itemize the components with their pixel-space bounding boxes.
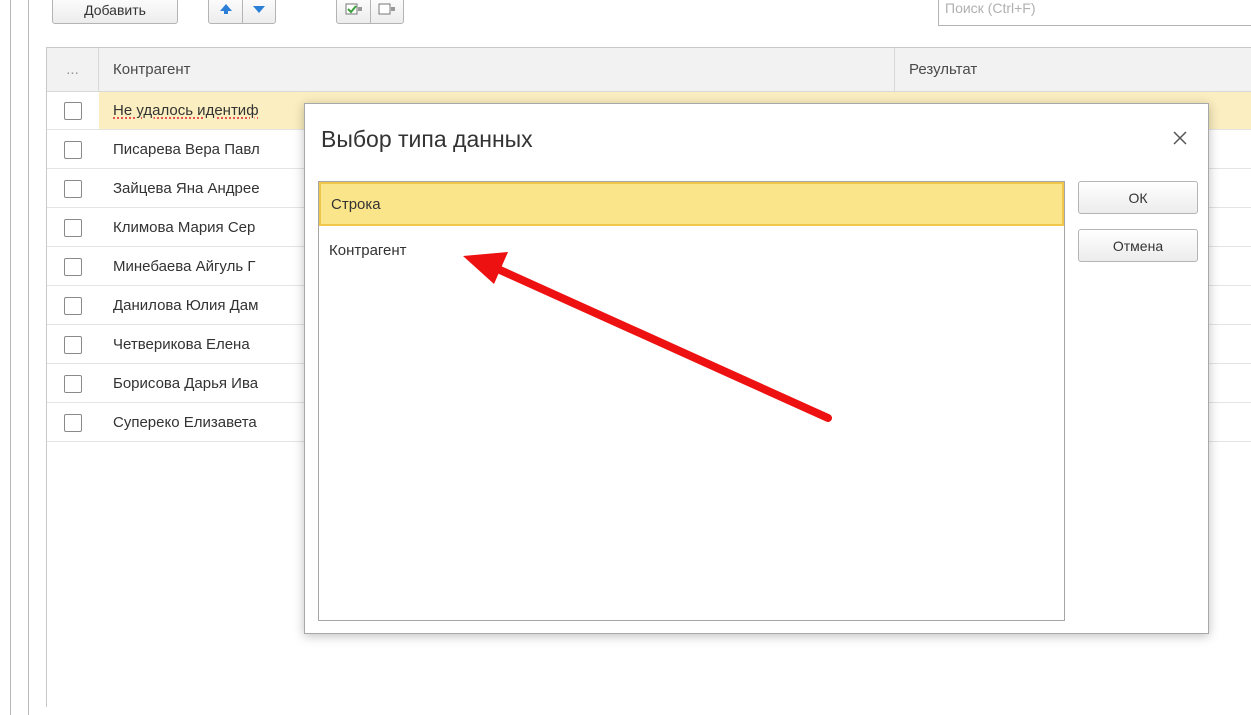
arrow-annotation-icon [463, 252, 832, 422]
